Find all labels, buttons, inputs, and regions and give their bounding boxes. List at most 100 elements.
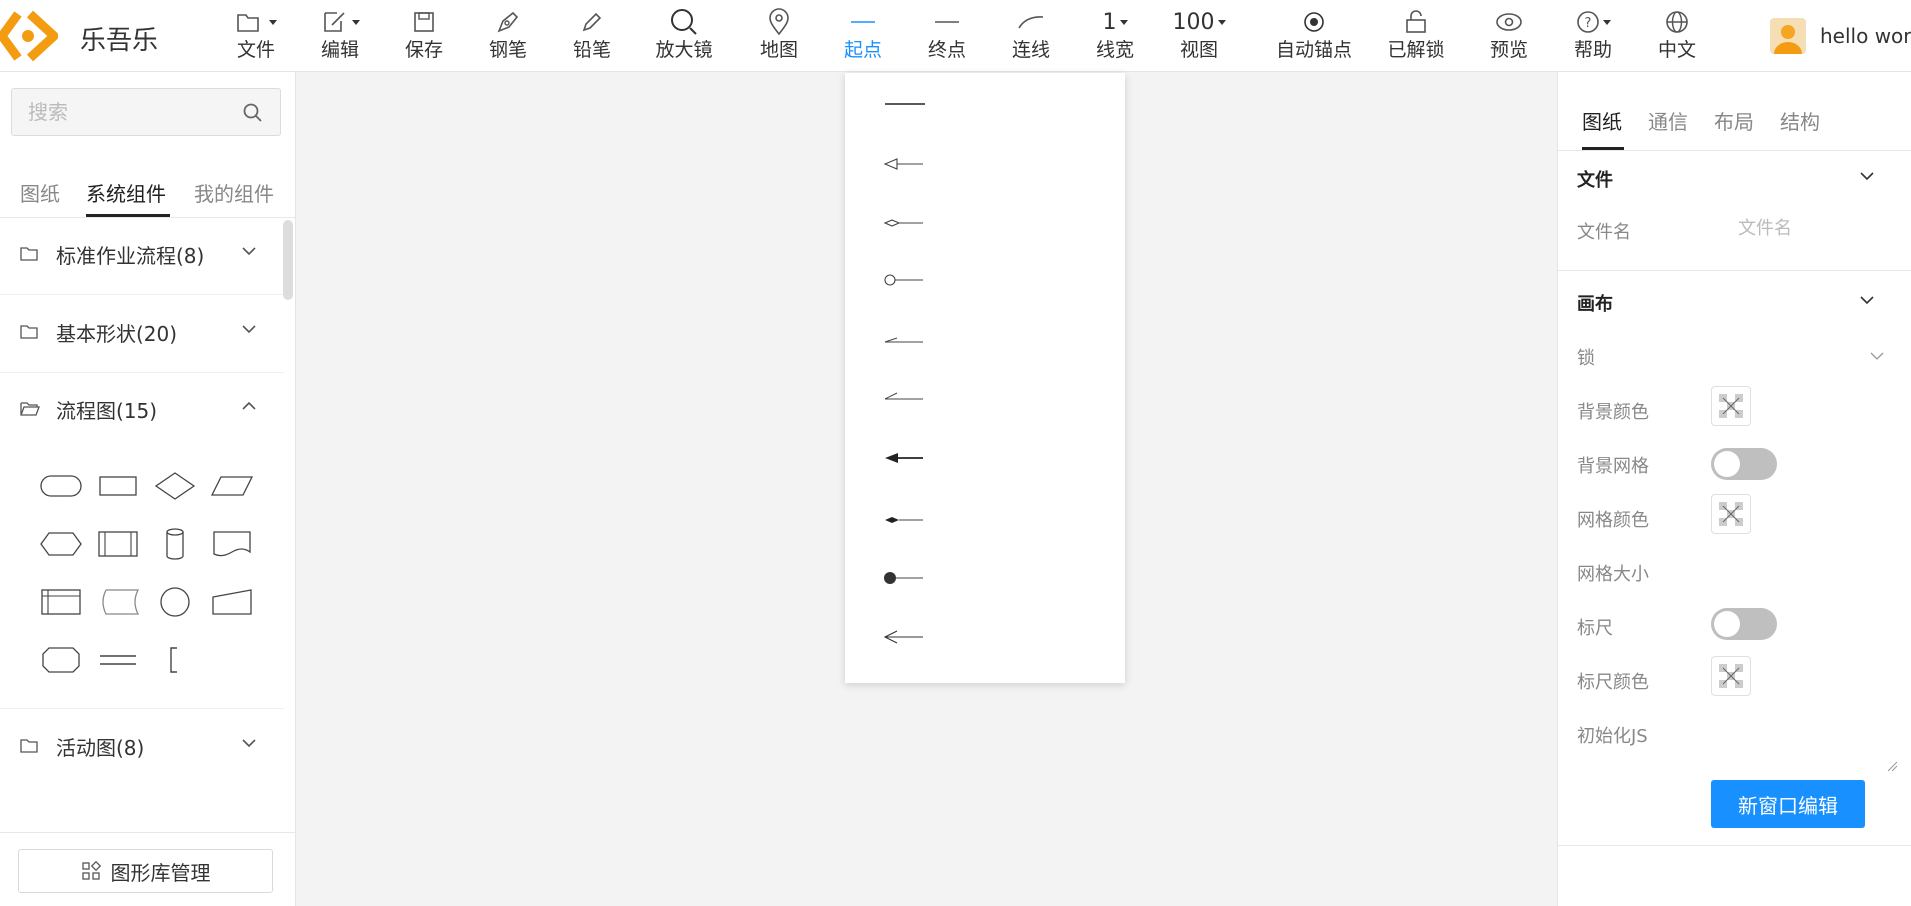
line-start-option-open-arrow[interactable] <box>875 614 1095 660</box>
shape-decision[interactable] <box>150 466 200 506</box>
line-start-option-half-line-bottom[interactable] <box>875 376 1095 422</box>
tab-drawings[interactable]: 图纸 <box>20 178 60 207</box>
toolbar-magnifier-button[interactable]: 放大镜 <box>642 6 726 68</box>
line-width-value: 1 <box>1102 9 1117 35</box>
tab-drawing[interactable]: 图纸 <box>1582 106 1622 135</box>
search-input[interactable] <box>12 89 232 135</box>
category-activity-diagram[interactable]: 活动图(8) <box>0 720 284 770</box>
toolbar-pencil-button[interactable]: 铅笔 <box>550 6 634 68</box>
toolbar-map-button[interactable]: 地图 <box>737 6 821 68</box>
line-start-option-triangle-hollow[interactable] <box>875 141 1095 187</box>
toolbar-auto-anchor-button[interactable]: 自动锚点 <box>1262 6 1366 68</box>
tab-system-components[interactable]: 系统组件 <box>86 178 166 207</box>
shape-annotation[interactable] <box>150 640 200 680</box>
section-file-title[interactable]: 文件 <box>1577 166 1613 192</box>
folder-icon <box>20 247 38 261</box>
line-start-option-triangle-solid[interactable] <box>875 435 1095 481</box>
category-sop[interactable]: 标准作业流程(8) <box>0 228 284 278</box>
toolbar-preview-button[interactable]: 预览 <box>1467 6 1551 68</box>
avatar <box>1770 18 1806 54</box>
toolbar-file-button[interactable]: 文件 <box>214 6 298 68</box>
toolbar-line-end-button[interactable]: 终点 <box>905 6 989 68</box>
tab-my-components[interactable]: 我的组件 <box>194 178 274 207</box>
line-start-option-half-line-top[interactable] <box>875 319 1095 365</box>
toolbar-magnifier-label: 放大镜 <box>655 39 713 61</box>
ruler-toggle[interactable] <box>1711 608 1777 640</box>
toolbar-language-button[interactable]: 中文 <box>1635 6 1719 68</box>
line-start-option-diamond-solid[interactable] <box>875 497 1095 543</box>
ruler-color-swatch[interactable] <box>1711 656 1751 696</box>
shape-database[interactable] <box>150 524 200 564</box>
user-menu[interactable]: hello world <box>1770 16 1911 56</box>
curve-icon <box>1018 16 1044 29</box>
shape-manual-input[interactable] <box>207 582 257 622</box>
shape-predefined-process[interactable] <box>93 524 143 564</box>
tab-structure[interactable]: 结构 <box>1780 106 1820 135</box>
toolbar-pen-label: 钢笔 <box>488 39 527 61</box>
shape-document[interactable] <box>207 524 257 564</box>
bg-color-label: 背景颜色 <box>1577 402 1649 423</box>
toolbar-lock-button[interactable]: 已解锁 <box>1374 6 1458 68</box>
grid-color-swatch[interactable] <box>1711 494 1751 534</box>
transparent-color-icon <box>1719 394 1743 418</box>
lock-select-chevron-icon[interactable] <box>1868 350 1886 362</box>
toolbar-map-label: 地图 <box>759 39 798 61</box>
category-basic-shapes[interactable]: 基本形状(20) <box>0 306 284 356</box>
bg-color-swatch[interactable] <box>1711 386 1751 426</box>
line-start-option-circle-solid[interactable] <box>875 555 1095 601</box>
toolbar-line-start-button[interactable]: 起点 <box>821 6 905 68</box>
toolbar-view-button[interactable]: 100 视图 <box>1157 6 1241 68</box>
tab-layout[interactable]: 布局 <box>1714 106 1754 135</box>
zoom-value: 100 <box>1172 9 1215 35</box>
resize-handle-icon[interactable] <box>1886 760 1898 772</box>
filename-input[interactable] <box>1728 212 1898 244</box>
shape-preparation[interactable] <box>36 524 86 564</box>
shape-terminator[interactable] <box>36 466 86 506</box>
toolbar-help-button[interactable]: ? 帮助 <box>1551 6 1635 68</box>
help-icon: ? <box>1576 11 1599 33</box>
sidebar-scrollbar[interactable] <box>283 220 293 300</box>
chevron-down-icon[interactable] <box>1858 294 1876 306</box>
toolbar-pen-button[interactable]: 钢笔 <box>466 6 550 68</box>
folder-icon <box>20 739 38 753</box>
line-start-icon <box>851 21 875 23</box>
search-icon[interactable] <box>242 102 264 124</box>
shape-internal-storage[interactable] <box>36 582 86 622</box>
toolbar-save-label: 保存 <box>404 39 443 61</box>
shape-process[interactable] <box>93 466 143 506</box>
toolbar-line-width-button[interactable]: 1 线宽 <box>1073 6 1157 68</box>
folder-icon <box>20 325 38 339</box>
shape-data[interactable] <box>207 466 257 506</box>
bg-grid-toggle[interactable] <box>1711 448 1777 480</box>
chevron-down-icon <box>242 325 256 334</box>
transparent-color-icon <box>1719 664 1743 688</box>
toolbar-connector-button[interactable]: 连线 <box>989 6 1073 68</box>
line-start-option-none[interactable] <box>875 81 1095 127</box>
folder-open-icon <box>20 402 40 416</box>
shape-stored-data[interactable] <box>93 582 143 622</box>
new-window-edit-button[interactable]: 新窗口编辑 <box>1711 780 1865 828</box>
line-start-option-circle-hollow[interactable] <box>875 257 1095 303</box>
map-pin-icon <box>769 8 789 36</box>
tab-communication[interactable]: 通信 <box>1648 106 1688 135</box>
library-manage-label: 图形库管理 <box>110 860 211 885</box>
magnifier-icon <box>671 9 697 35</box>
section-canvas-title[interactable]: 画布 <box>1577 290 1613 316</box>
globe-icon <box>1666 11 1688 33</box>
properties-panel: 图纸 通信 布局 结构 文件 文件名 画布 锁 背景颜色 背景网格 网格颜色 网… <box>1557 72 1911 906</box>
line-start-option-diamond-hollow[interactable] <box>875 200 1095 246</box>
category-flowchart[interactable]: 流程图(15) <box>0 383 284 433</box>
shape-connector[interactable] <box>150 582 200 622</box>
toolbar-edit-button[interactable]: 编辑 <box>298 6 382 68</box>
chevron-down-icon[interactable] <box>1858 170 1876 182</box>
shape-display[interactable] <box>36 640 86 680</box>
grid-color-label: 网格颜色 <box>1577 510 1649 531</box>
shape-parallel-mode[interactable] <box>93 640 143 680</box>
sidebar-tabs: 图纸 系统组件 我的组件 <box>0 172 295 218</box>
library-manage-button[interactable]: 图形库管理 <box>18 849 273 893</box>
svg-text:?: ? <box>1584 16 1591 31</box>
toolbar-auto-anchor-label: 自动锚点 <box>1275 39 1352 61</box>
toolbar-line-start-label: 起点 <box>843 39 882 61</box>
toolbar-save-button[interactable]: 保存 <box>382 6 466 68</box>
eye-icon <box>1496 13 1522 31</box>
